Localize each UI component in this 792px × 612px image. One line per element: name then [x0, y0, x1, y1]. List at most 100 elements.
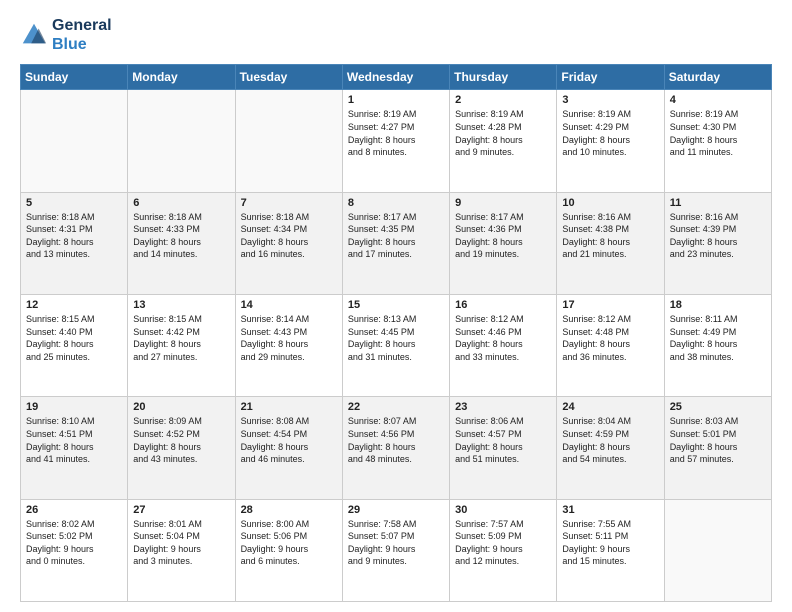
- calendar-week-0: 1Sunrise: 8:19 AM Sunset: 4:27 PM Daylig…: [21, 90, 772, 192]
- calendar-cell-w4d5: 31 Sunrise: 7:55 AM Sunset: 5:11 PM Dayli…: [557, 499, 664, 601]
- day-info: Sunrise: 8:08 AM Sunset: 4:54 PM Dayligh…: [241, 415, 337, 465]
- day-number: 12: [26, 299, 122, 311]
- calendar-week-2: 12 Sunrise: 8:15 AM Sunset: 4:40 PM Dayli…: [21, 295, 772, 397]
- day-number: 5: [26, 197, 122, 209]
- day-number: 16: [455, 299, 551, 311]
- header: General Blue: [20, 16, 772, 54]
- calendar-week-1: 5 Sunrise: 8:18 AM Sunset: 4:31 PM Daylig…: [21, 192, 772, 294]
- calendar-cell-w0d4: 2 Sunrise: 8:19 AM Sunset: 4:28 PM Daylig…: [450, 90, 557, 192]
- day-info: Sunrise: 8:18 AM Sunset: 4:31 PM Dayligh…: [26, 211, 122, 261]
- calendar-cell-w4d3: 29 Sunrise: 7:58 AM Sunset: 5:07 PM Dayli…: [342, 499, 449, 601]
- calendar-cell-w3d0: 19 Sunrise: 8:10 AM Sunset: 4:51 PM Dayli…: [21, 397, 128, 499]
- day-info: Sunrise: 8:17 AM Sunset: 4:36 PM Dayligh…: [455, 211, 551, 261]
- day-info: Sunrise: 8:10 AM Sunset: 4:51 PM Dayligh…: [26, 415, 122, 465]
- day-info: Sunrise: 8:03 AM Sunset: 5:01 PM Dayligh…: [670, 415, 766, 465]
- calendar-cell-w4d0: 26Sunrise: 8:02 AM Sunset: 5:02 PM Dayli…: [21, 499, 128, 601]
- calendar-cell-w4d4: 30 Sunrise: 7:57 AM Sunset: 5:09 PM Dayli…: [450, 499, 557, 601]
- calendar-cell-w3d3: 22 Sunrise: 8:07 AM Sunset: 4:56 PM Dayli…: [342, 397, 449, 499]
- day-number: 1: [348, 94, 444, 106]
- logo-icon: [20, 21, 48, 49]
- day-number: 13: [133, 299, 229, 311]
- calendar-cell-w0d3: 1Sunrise: 8:19 AM Sunset: 4:27 PM Daylig…: [342, 90, 449, 192]
- day-info: Sunrise: 8:19 AM Sunset: 4:29 PM Dayligh…: [562, 108, 658, 158]
- day-info: Sunrise: 8:11 AM Sunset: 4:49 PM Dayligh…: [670, 313, 766, 363]
- calendar-week-4: 26Sunrise: 8:02 AM Sunset: 5:02 PM Dayli…: [21, 499, 772, 601]
- day-info: Sunrise: 8:14 AM Sunset: 4:43 PM Dayligh…: [241, 313, 337, 363]
- weekday-tuesday: Tuesday: [235, 65, 342, 90]
- day-number: 2: [455, 94, 551, 106]
- weekday-friday: Friday: [557, 65, 664, 90]
- day-number: 30: [455, 504, 551, 516]
- day-number: 25: [670, 401, 766, 413]
- day-info: Sunrise: 8:07 AM Sunset: 4:56 PM Dayligh…: [348, 415, 444, 465]
- page: General Blue SundayMondayTuesdayWednesda…: [0, 0, 792, 612]
- logo-text: General Blue: [52, 16, 112, 54]
- day-info: Sunrise: 8:17 AM Sunset: 4:35 PM Dayligh…: [348, 211, 444, 261]
- calendar-cell-w1d5: 10Sunrise: 8:16 AM Sunset: 4:38 PM Dayli…: [557, 192, 664, 294]
- calendar-cell-w4d1: 27 Sunrise: 8:01 AM Sunset: 5:04 PM Dayli…: [128, 499, 235, 601]
- calendar-cell-w0d2: [235, 90, 342, 192]
- day-number: 7: [241, 197, 337, 209]
- calendar-cell-w2d1: 13 Sunrise: 8:15 AM Sunset: 4:42 PM Dayli…: [128, 295, 235, 397]
- day-number: 14: [241, 299, 337, 311]
- day-number: 8: [348, 197, 444, 209]
- calendar-cell-w1d6: 11Sunrise: 8:16 AM Sunset: 4:39 PM Dayli…: [664, 192, 771, 294]
- day-number: 10: [562, 197, 658, 209]
- calendar-cell-w1d0: 5 Sunrise: 8:18 AM Sunset: 4:31 PM Daylig…: [21, 192, 128, 294]
- day-number: 29: [348, 504, 444, 516]
- weekday-header-row: SundayMondayTuesdayWednesdayThursdayFrid…: [21, 65, 772, 90]
- day-number: 28: [241, 504, 337, 516]
- day-info: Sunrise: 7:55 AM Sunset: 5:11 PM Dayligh…: [562, 518, 658, 568]
- calendar-cell-w3d2: 21 Sunrise: 8:08 AM Sunset: 4:54 PM Dayli…: [235, 397, 342, 499]
- day-number: 19: [26, 401, 122, 413]
- day-info: Sunrise: 8:19 AM Sunset: 4:30 PM Dayligh…: [670, 108, 766, 158]
- weekday-monday: Monday: [128, 65, 235, 90]
- day-number: 20: [133, 401, 229, 413]
- calendar-cell-w2d6: 18 Sunrise: 8:11 AM Sunset: 4:49 PM Dayli…: [664, 295, 771, 397]
- calendar-cell-w1d3: 8 Sunrise: 8:17 AM Sunset: 4:35 PM Daylig…: [342, 192, 449, 294]
- day-info: Sunrise: 7:57 AM Sunset: 5:09 PM Dayligh…: [455, 518, 551, 568]
- day-info: Sunrise: 8:18 AM Sunset: 4:34 PM Dayligh…: [241, 211, 337, 261]
- day-info: Sunrise: 8:09 AM Sunset: 4:52 PM Dayligh…: [133, 415, 229, 465]
- day-info: Sunrise: 8:15 AM Sunset: 4:40 PM Dayligh…: [26, 313, 122, 363]
- calendar-cell-w0d5: 3 Sunrise: 8:19 AM Sunset: 4:29 PM Daylig…: [557, 90, 664, 192]
- day-info: Sunrise: 8:00 AM Sunset: 5:06 PM Dayligh…: [241, 518, 337, 568]
- calendar-cell-w3d1: 20 Sunrise: 8:09 AM Sunset: 4:52 PM Dayli…: [128, 397, 235, 499]
- day-info: Sunrise: 8:02 AM Sunset: 5:02 PM Dayligh…: [26, 518, 122, 568]
- calendar-cell-w0d6: 4Sunrise: 8:19 AM Sunset: 4:30 PM Daylig…: [664, 90, 771, 192]
- day-info: Sunrise: 8:06 AM Sunset: 4:57 PM Dayligh…: [455, 415, 551, 465]
- weekday-wednesday: Wednesday: [342, 65, 449, 90]
- day-number: 9: [455, 197, 551, 209]
- day-number: 22: [348, 401, 444, 413]
- calendar-cell-w0d0: [21, 90, 128, 192]
- day-number: 3: [562, 94, 658, 106]
- calendar-cell-w3d6: 25 Sunrise: 8:03 AM Sunset: 5:01 PM Dayli…: [664, 397, 771, 499]
- calendar-table: SundayMondayTuesdayWednesdayThursdayFrid…: [20, 64, 772, 602]
- calendar-cell-w2d0: 12 Sunrise: 8:15 AM Sunset: 4:40 PM Dayli…: [21, 295, 128, 397]
- calendar-cell-w3d5: 24Sunrise: 8:04 AM Sunset: 4:59 PM Dayli…: [557, 397, 664, 499]
- day-info: Sunrise: 8:12 AM Sunset: 4:48 PM Dayligh…: [562, 313, 658, 363]
- day-info: Sunrise: 8:13 AM Sunset: 4:45 PM Dayligh…: [348, 313, 444, 363]
- day-number: 17: [562, 299, 658, 311]
- day-info: Sunrise: 8:16 AM Sunset: 4:39 PM Dayligh…: [670, 211, 766, 261]
- day-number: 18: [670, 299, 766, 311]
- day-number: 31: [562, 504, 658, 516]
- day-number: 21: [241, 401, 337, 413]
- calendar-cell-w3d4: 23 Sunrise: 8:06 AM Sunset: 4:57 PM Dayli…: [450, 397, 557, 499]
- day-number: 27: [133, 504, 229, 516]
- calendar-cell-w2d5: 17 Sunrise: 8:12 AM Sunset: 4:48 PM Dayli…: [557, 295, 664, 397]
- day-info: Sunrise: 8:18 AM Sunset: 4:33 PM Dayligh…: [133, 211, 229, 261]
- day-info: Sunrise: 8:15 AM Sunset: 4:42 PM Dayligh…: [133, 313, 229, 363]
- calendar-cell-w2d3: 15 Sunrise: 8:13 AM Sunset: 4:45 PM Dayli…: [342, 295, 449, 397]
- day-info: Sunrise: 8:19 AM Sunset: 4:28 PM Dayligh…: [455, 108, 551, 158]
- day-info: Sunrise: 8:04 AM Sunset: 4:59 PM Dayligh…: [562, 415, 658, 465]
- day-number: 23: [455, 401, 551, 413]
- calendar-cell-w1d4: 9 Sunrise: 8:17 AM Sunset: 4:36 PM Daylig…: [450, 192, 557, 294]
- weekday-saturday: Saturday: [664, 65, 771, 90]
- day-info: Sunrise: 7:58 AM Sunset: 5:07 PM Dayligh…: [348, 518, 444, 568]
- calendar-cell-w0d1: [128, 90, 235, 192]
- day-info: Sunrise: 8:01 AM Sunset: 5:04 PM Dayligh…: [133, 518, 229, 568]
- calendar-cell-w2d4: 16Sunrise: 8:12 AM Sunset: 4:46 PM Dayli…: [450, 295, 557, 397]
- day-number: 15: [348, 299, 444, 311]
- day-number: 6: [133, 197, 229, 209]
